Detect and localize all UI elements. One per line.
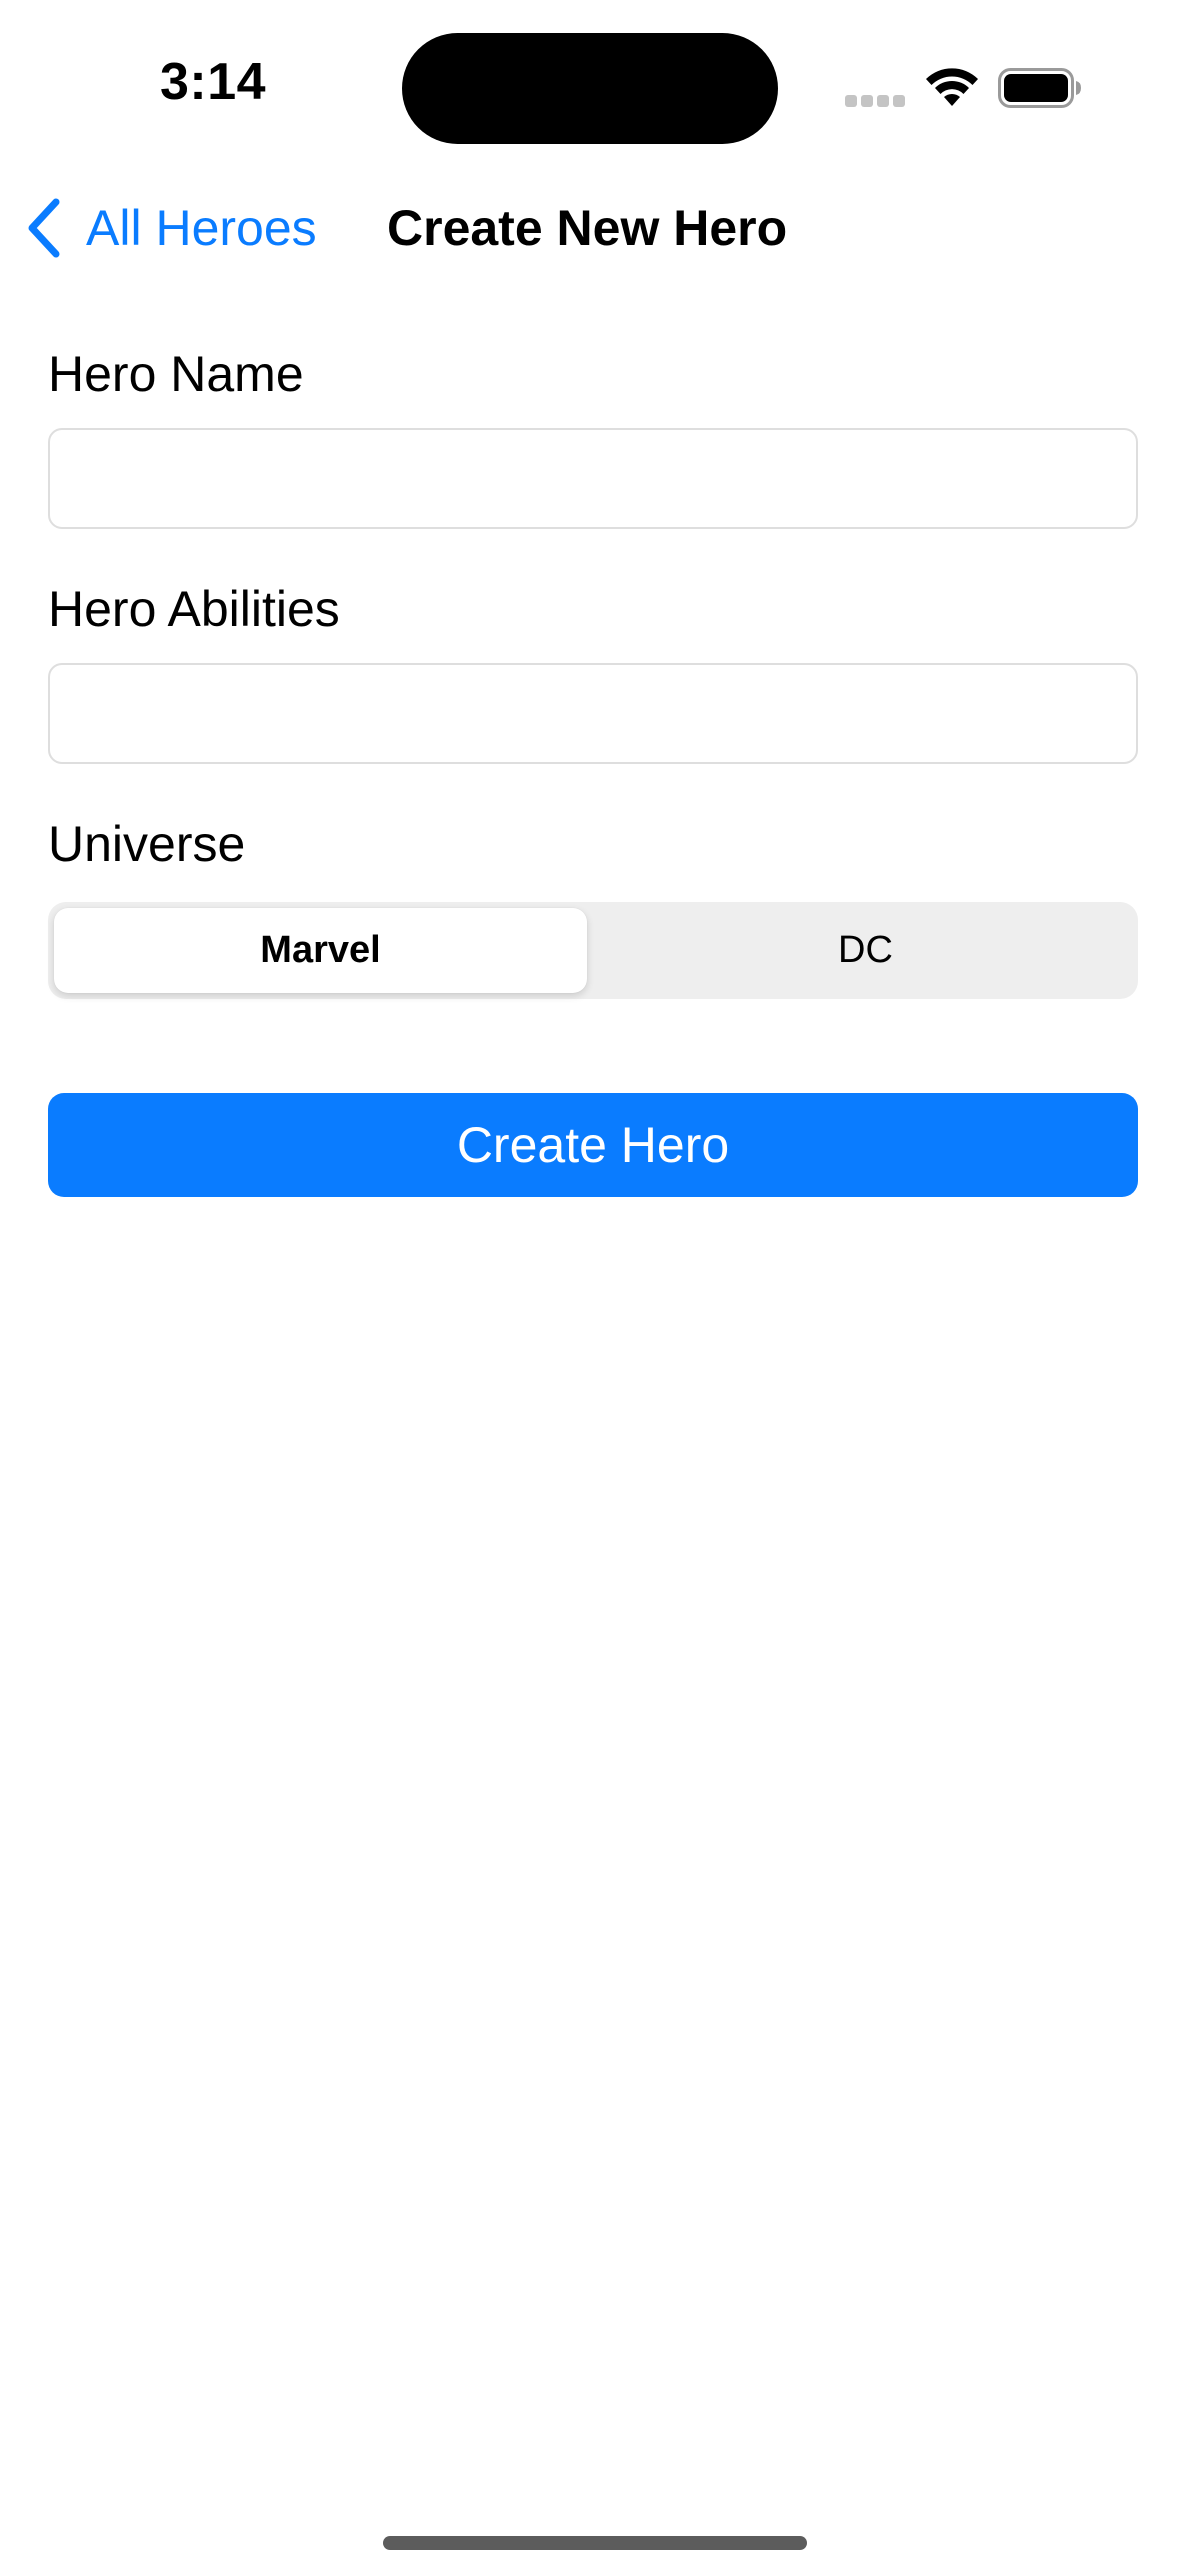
hero-abilities-label: Hero Abilities [48, 581, 340, 637]
wifi-icon [926, 68, 978, 106]
back-button-label: All Heroes [86, 200, 317, 256]
page-title: Create New Hero [387, 200, 788, 256]
universe-segmented-control: Marvel DC [48, 902, 1138, 999]
hero-abilities-input[interactable] [48, 663, 1138, 764]
home-indicator[interactable] [383, 2536, 807, 2550]
back-button[interactable]: All Heroes [24, 196, 317, 260]
segment-dc[interactable]: DC [599, 908, 1132, 993]
battery-icon [998, 68, 1081, 108]
dynamic-island [402, 33, 778, 144]
hero-name-input[interactable] [48, 428, 1138, 529]
status-time: 3:14 [160, 53, 267, 111]
create-hero-button[interactable]: Create Hero [48, 1093, 1138, 1197]
universe-label: Universe [48, 816, 246, 872]
chevron-left-icon [28, 198, 60, 258]
hero-name-label: Hero Name [48, 346, 304, 402]
screen: 3:14 All Heroes Create New Hero Hero Nam… [0, 0, 1179, 2556]
segment-marvel[interactable]: Marvel [54, 908, 587, 993]
cellular-signal-icon [845, 95, 907, 107]
